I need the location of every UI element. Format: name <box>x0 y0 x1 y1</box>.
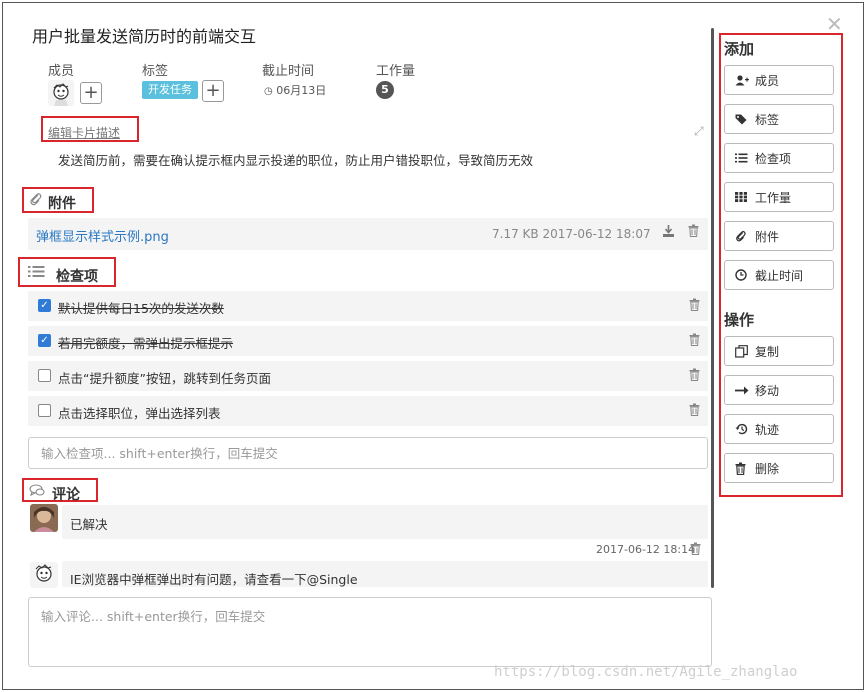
due-label: 截止时间 <box>262 64 315 79</box>
add-member-sidebar-button[interactable]: 成员 <box>724 65 834 95</box>
download-icon[interactable] <box>662 224 675 238</box>
tags-label: 标签 <box>142 64 169 79</box>
checklist-item[interactable]: 点击选择职位，弹出选择列表 <box>28 396 708 426</box>
workload-label: 工作量 <box>376 64 416 79</box>
comment-bubble: 已解决 <box>62 505 708 539</box>
tag-icon <box>735 114 751 125</box>
attachment-name[interactable]: 弹框显示样式示例.png <box>36 226 169 245</box>
copy-icon <box>735 344 751 358</box>
checklist-item-text[interactable]: 默认提供每日15次的发送次数 <box>58 298 224 317</box>
clock-icon: ◷ <box>264 86 273 97</box>
checkbox[interactable] <box>38 404 51 417</box>
attachments-heading: 附件 <box>48 196 76 212</box>
due-date[interactable]: ◷ 06月13日 <box>264 82 326 98</box>
history-button[interactable]: 轨迹 <box>724 414 834 444</box>
commenter-avatar[interactable] <box>30 562 58 588</box>
add-due-date-sidebar-button[interactable]: 截止时间 <box>724 260 834 290</box>
trash-icon[interactable] <box>689 403 700 416</box>
trash-icon[interactable] <box>689 298 700 311</box>
trash-icon <box>735 462 751 475</box>
comment-bubble: IE浏览器中弹框弹出时有问题，请查看一下@Single <box>62 561 708 587</box>
button-label: 检查项 <box>755 151 792 166</box>
description-text: 发送简历前，需要在确认提示框内显示投递的职位，防止用户错投职位，导致简历无效 <box>58 153 534 168</box>
comment-time: 2017-06-12 18:14 <box>596 543 696 556</box>
add-heading: 添加 <box>724 40 755 58</box>
watermark: https://blog.csdn.net/Agile_zhanglao <box>494 664 798 680</box>
list-icon <box>735 153 751 163</box>
add-user-icon <box>735 74 751 86</box>
checklist-item[interactable]: 点击“提升额度”按钮，跳转到任务页面 <box>28 361 708 391</box>
member-avatar[interactable] <box>48 80 74 106</box>
checkbox[interactable]: ✓ <box>38 299 51 312</box>
grid-icon <box>735 192 751 202</box>
button-label: 移动 <box>755 383 780 398</box>
delete-card-button[interactable]: 删除 <box>724 453 834 483</box>
checkbox[interactable]: ✓ <box>38 334 51 347</box>
expand-icon[interactable]: ⤢ <box>694 124 704 139</box>
trash-icon[interactable] <box>690 542 701 555</box>
trash-icon[interactable] <box>688 224 699 237</box>
checklist-item[interactable]: ✓ 若用完额度，需弹出提示框提示 <box>28 326 708 356</box>
paperclip-icon <box>735 230 751 242</box>
button-label: 标签 <box>755 112 780 127</box>
clock-icon <box>735 269 751 281</box>
button-label: 工作量 <box>755 190 792 205</box>
comment-icon <box>29 484 45 497</box>
add-tag-button[interactable]: + <box>202 80 224 102</box>
list-icon <box>28 265 45 278</box>
add-tag-sidebar-button[interactable]: 标签 <box>724 104 834 134</box>
button-label: 附件 <box>755 229 780 244</box>
edit-description-link[interactable]: 编辑卡片描述 <box>48 124 120 141</box>
checklist-input[interactable] <box>28 437 708 469</box>
add-attachment-sidebar-button[interactable]: 附件 <box>724 221 834 251</box>
workload-badge[interactable]: 5 <box>376 81 394 99</box>
members-label: 成员 <box>48 64 75 79</box>
scrollbar[interactable] <box>711 28 714 588</box>
paperclip-icon <box>29 192 43 206</box>
button-label: 轨迹 <box>755 422 780 437</box>
history-icon <box>735 423 751 435</box>
operations-heading: 操作 <box>724 311 755 329</box>
button-label: 截止时间 <box>755 268 804 283</box>
checklist-item-text[interactable]: 点击“提升额度”按钮，跳转到任务页面 <box>58 368 271 387</box>
commenter-avatar[interactable] <box>30 504 58 532</box>
button-label: 删除 <box>755 461 780 476</box>
copy-card-button[interactable]: 复制 <box>724 336 834 366</box>
add-checklist-sidebar-button[interactable]: 检查项 <box>724 143 834 173</box>
move-card-button[interactable]: 移动 <box>724 375 834 405</box>
checklist-item-text[interactable]: 若用完额度，需弹出提示框提示 <box>58 333 233 352</box>
trash-icon[interactable] <box>689 333 700 346</box>
card-title[interactable]: 用户批量发送简历时的前端交互 <box>32 23 256 47</box>
checklist-item[interactable]: ✓ 默认提供每日15次的发送次数 <box>28 291 708 321</box>
add-member-button[interactable]: + <box>80 82 102 104</box>
comment-input[interactable] <box>28 597 712 667</box>
checklist-heading: 检查项 <box>56 269 98 285</box>
button-label: 复制 <box>755 344 780 359</box>
attachment-meta: 7.17 KB 2017-06-12 18:07 <box>492 227 651 241</box>
arrow-right-icon <box>735 386 751 395</box>
due-date-value: 06月13日 <box>276 84 327 97</box>
comment-text: IE浏览器中弹框弹出时有问题，请查看一下@Single <box>70 572 358 587</box>
comments-heading: 评论 <box>52 487 80 503</box>
comment-text: 已解决 <box>70 517 108 532</box>
tag-badge[interactable]: 开发任务 <box>142 81 198 99</box>
attachment-row[interactable]: 弹框显示样式示例.png 7.17 KB 2017-06-12 18:07 <box>28 218 708 250</box>
button-label: 成员 <box>755 73 780 88</box>
checklist-item-text[interactable]: 点击选择职位，弹出选择列表 <box>58 403 221 422</box>
add-workload-sidebar-button[interactable]: 工作量 <box>724 182 834 212</box>
trash-icon[interactable] <box>689 368 700 381</box>
checkbox[interactable] <box>38 369 51 382</box>
